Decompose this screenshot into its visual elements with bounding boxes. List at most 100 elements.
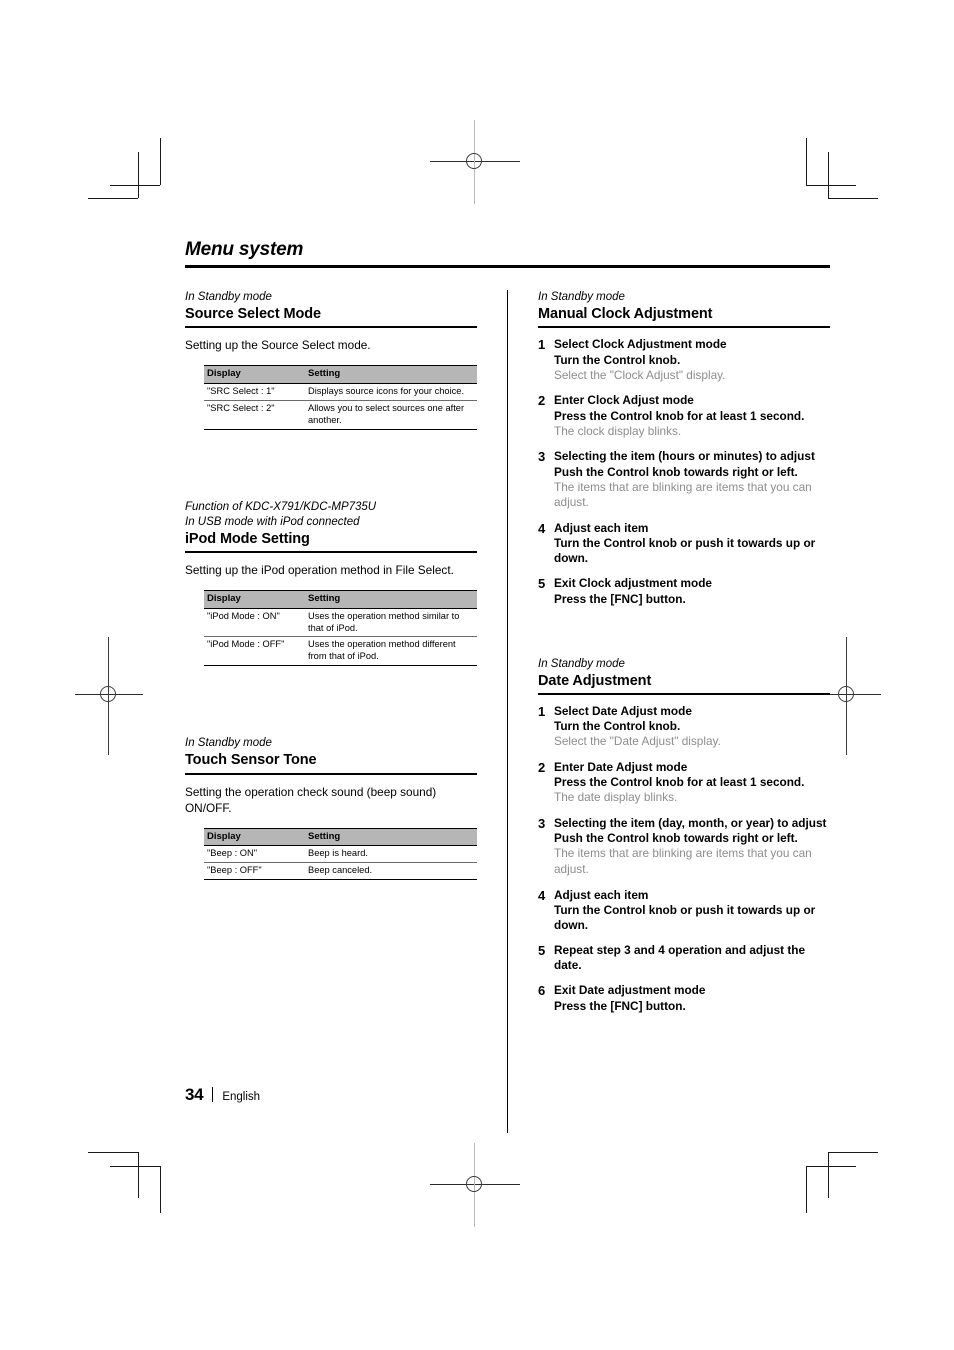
step-action: Turn the Control knob or push it towards… bbox=[554, 536, 816, 566]
section-heading: iPod Mode Setting bbox=[185, 530, 310, 547]
procedure-step: 5 Repeat step 3 and 4 operation and adju… bbox=[538, 943, 830, 973]
cell-setting: Uses the operation method similar to tha… bbox=[305, 607, 477, 637]
column-header-setting: Setting bbox=[305, 590, 477, 609]
step-number: 4 bbox=[538, 521, 546, 537]
crop-mark-bottom-left-inner-h bbox=[110, 1166, 160, 1167]
step-number: 5 bbox=[538, 943, 546, 959]
step-note: Select the "Clock Adjust" display. bbox=[554, 367, 726, 382]
cell-setting: Uses the operation method different from… bbox=[305, 636, 477, 666]
table-header-row: Display Setting bbox=[204, 828, 477, 846]
step-number: 3 bbox=[538, 449, 546, 465]
section-rule bbox=[185, 551, 477, 554]
section-date-adjustment: In Standby mode Date Adjustment 1 Select… bbox=[538, 657, 830, 1014]
procedure-step: 5 Exit Clock adjustment mode Press the [… bbox=[538, 576, 830, 606]
step-title: Enter Clock Adjust mode bbox=[554, 393, 694, 408]
step-title: Adjust each item bbox=[554, 521, 649, 536]
procedure-step: 3 Selecting the item (hours or minutes) … bbox=[538, 449, 830, 511]
cell-display: "SRC Select : 1" bbox=[204, 382, 305, 401]
cell-display: "iPod Mode : ON" bbox=[204, 607, 305, 637]
registration-ring bbox=[466, 153, 482, 169]
cell-display: "iPod Mode : OFF" bbox=[204, 636, 305, 666]
registration-mark-bottom-center bbox=[430, 1143, 520, 1227]
step-title: Adjust each item bbox=[554, 887, 649, 902]
footer-divider bbox=[212, 1087, 214, 1102]
page-title: Menu system bbox=[185, 239, 304, 260]
step-title: Select Clock Adjustment mode bbox=[554, 337, 727, 352]
step-number: 5 bbox=[538, 576, 546, 592]
step-title: Selecting the item (day, month, or year)… bbox=[554, 816, 827, 831]
procedure-step: 4 Adjust each item Turn the Control knob… bbox=[538, 521, 830, 566]
section-lead-text: Setting up the iPod operation method in … bbox=[185, 563, 454, 578]
cell-setting: Beep is heard. bbox=[305, 845, 477, 863]
section-kicker: In Standby mode bbox=[185, 290, 272, 303]
crop-mark-top-right-outer-h bbox=[828, 198, 878, 199]
section-kicker: In Standby mode bbox=[538, 290, 625, 303]
procedure-steps: 1 Select Date Adjust mode Turn the Contr… bbox=[538, 704, 830, 1013]
step-action: Press the Control knob for at least 1 se… bbox=[554, 775, 805, 790]
section-heading: Touch Sensor Tone bbox=[185, 752, 317, 769]
step-action: Turn the Control knob. bbox=[554, 719, 681, 734]
page-number: 34 bbox=[185, 1085, 204, 1104]
step-note: The clock display blinks. bbox=[554, 423, 682, 438]
step-note: The items that are blinking are items th… bbox=[554, 479, 812, 510]
section-kicker: In Standby mode bbox=[538, 657, 625, 670]
crop-mark-top-left-outer-h bbox=[88, 198, 138, 199]
crop-mark-bottom-right-inner-v bbox=[806, 1166, 807, 1213]
step-number: 4 bbox=[538, 887, 546, 903]
cell-setting: Beep canceled. bbox=[305, 862, 477, 880]
manual-page: Menu system In Standby mode Source Selec… bbox=[0, 0, 954, 1350]
section-kicker: Function of KDC-X791/KDC-MP735U In USB m… bbox=[185, 500, 377, 528]
step-number: 6 bbox=[538, 983, 546, 999]
table-row: "Beep : OFF" Beep canceled. bbox=[204, 862, 477, 880]
step-action: Press the [FNC] button. bbox=[554, 591, 686, 606]
settings-table-source-select: Display Setting "SRC Select : 1" Display… bbox=[204, 365, 477, 430]
step-title: Exit Date adjustment mode bbox=[554, 983, 706, 998]
step-number: 2 bbox=[538, 393, 546, 409]
section-source-select-mode: In Standby mode Source Select Mode Setti… bbox=[185, 290, 477, 430]
section-rule bbox=[538, 693, 830, 696]
right-column: In Standby mode Manual Clock Adjustment … bbox=[538, 290, 830, 1024]
table-row: "SRC Select : 2" Allows you to select so… bbox=[204, 399, 477, 429]
step-number: 3 bbox=[538, 816, 546, 832]
column-header-display: Display bbox=[204, 828, 305, 846]
step-action: Press the [FNC] button. bbox=[554, 998, 686, 1013]
step-number: 1 bbox=[538, 337, 546, 353]
crop-mark-bottom-right-outer-v bbox=[828, 1152, 829, 1198]
step-action: Push the Control knob towards right or l… bbox=[554, 464, 798, 479]
section-lead-text: Setting the operation check sound (beep … bbox=[185, 784, 437, 815]
page-title-rule bbox=[185, 264, 830, 268]
section-heading: Date Adjustment bbox=[538, 672, 652, 689]
registration-mark-right-middle bbox=[813, 637, 881, 755]
step-title: Select Date Adjust mode bbox=[554, 704, 692, 719]
registration-mark-left-middle bbox=[75, 637, 143, 755]
procedure-step: 2 Enter Clock Adjust mode Press the Cont… bbox=[538, 393, 830, 439]
step-action: Press the Control knob for at least 1 se… bbox=[554, 408, 805, 423]
registration-ring bbox=[838, 686, 854, 702]
procedure-step: 4 Adjust each item Turn the Control knob… bbox=[538, 888, 830, 933]
crop-mark-top-right-outer-v bbox=[828, 152, 829, 198]
section-heading: Manual Clock Adjustment bbox=[538, 306, 713, 323]
section-rule bbox=[538, 326, 830, 329]
crop-mark-top-right-inner-v bbox=[806, 138, 807, 185]
table-header-row: Display Setting bbox=[204, 590, 477, 609]
table-row: "Beep : ON" Beep is heard. bbox=[204, 845, 477, 863]
crop-mark-bottom-left-outer-h bbox=[88, 1152, 138, 1153]
registration-ring bbox=[100, 686, 116, 702]
procedure-step: 2 Enter Date Adjust mode Press the Contr… bbox=[538, 760, 830, 806]
section-lead-text: Setting up the Source Select mode. bbox=[185, 338, 371, 353]
cell-setting: Allows you to select sources one after a… bbox=[305, 399, 477, 429]
table-row: "SRC Select : 1" Displays source icons f… bbox=[204, 382, 477, 401]
cell-display: "SRC Select : 2" bbox=[204, 399, 305, 429]
section-manual-clock-adjustment: In Standby mode Manual Clock Adjustment … bbox=[538, 290, 830, 607]
step-action: Turn the Control knob or push it towards… bbox=[554, 903, 816, 933]
table-row: "iPod Mode : OFF" Uses the operation met… bbox=[204, 636, 477, 666]
column-header-display: Display bbox=[204, 365, 305, 384]
page-footer: 34 English bbox=[185, 1085, 260, 1105]
crop-mark-top-left-outer-v bbox=[138, 152, 139, 198]
cell-display: "Beep : ON" bbox=[204, 845, 305, 863]
step-number: 1 bbox=[538, 704, 546, 720]
step-note: The date display blinks. bbox=[554, 790, 678, 805]
